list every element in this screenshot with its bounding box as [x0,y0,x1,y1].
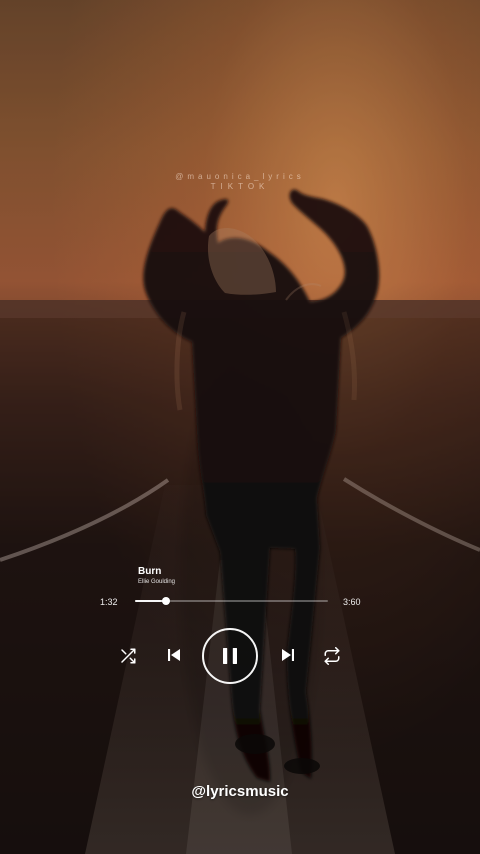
watermark-platform: TIKTOK [210,182,270,191]
shuffle-button[interactable] [119,647,137,665]
video-frame: @mauonica_lyrics TIKTOK Burn Ellie Gould… [0,0,480,854]
music-player: Burn Ellie Goulding 1:32 3:60 [96,563,376,693]
progress-thumb[interactable] [161,597,170,605]
previous-button[interactable] [165,646,183,664]
tiktok-watermark: @mauonica_lyrics TIKTOK [0,172,480,192]
skip-previous-icon [168,649,180,661]
skip-next-icon [282,649,294,661]
song-artist: Ellie Goulding [138,579,176,585]
shuffle-icon [121,648,136,664]
next-button[interactable] [279,646,297,664]
repeat-button[interactable] [323,647,341,665]
song-title: Burn [138,566,162,577]
pause-button[interactable] [202,628,258,684]
current-time: 1:32 [100,597,118,607]
repeat-icon [324,647,340,665]
account-handle: @lyricsmusic [191,783,289,800]
pause-icon [223,648,237,664]
progress-slider[interactable] [135,597,328,605]
total-time: 3:60 [343,597,361,607]
playback-controls [96,628,376,684]
watermark-username: @mauonica_lyrics [175,172,305,181]
background-image [0,0,480,854]
